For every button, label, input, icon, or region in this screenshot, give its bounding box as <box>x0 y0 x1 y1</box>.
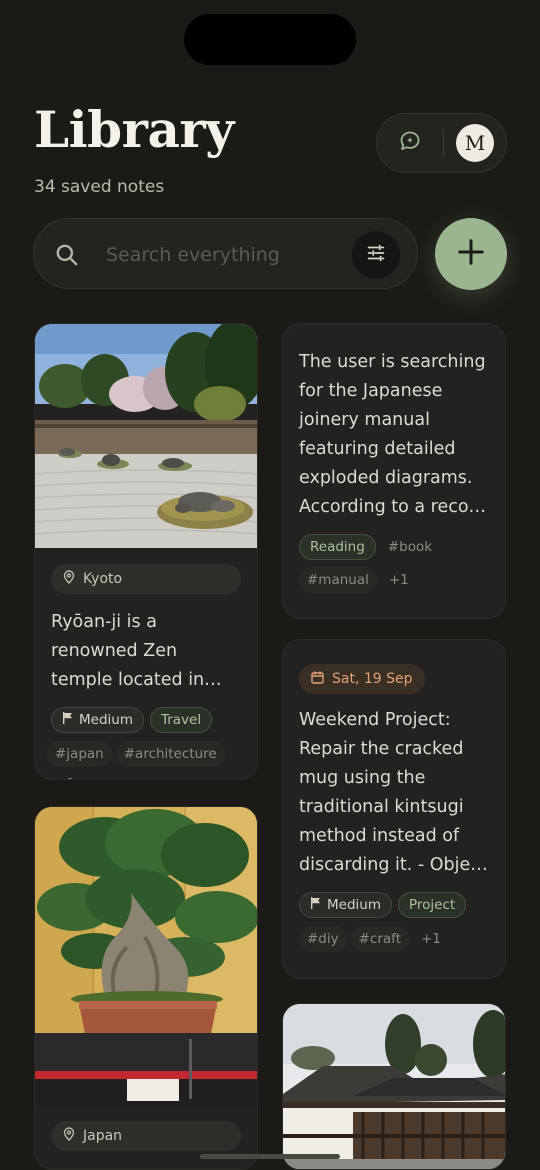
search-bar <box>33 218 418 289</box>
date-label: Sat, 19 Sep <box>332 671 413 687</box>
note-card-villa[interactable] <box>282 1003 506 1170</box>
hashtag-list: #japan #architecture +1 <box>47 741 241 779</box>
category-badge: Reading <box>299 534 376 560</box>
flag-icon <box>310 897 327 913</box>
more-tags-count: +1 <box>388 572 409 588</box>
location-label: Japan <box>83 1128 123 1144</box>
header-actions: M <box>376 113 507 173</box>
priority-label: Medium <box>327 897 381 913</box>
home-indicator[interactable] <box>200 1154 340 1159</box>
hashtag-list: #manual +1 <box>299 567 489 593</box>
category-badge: Project <box>397 892 467 918</box>
hashtag: #manual <box>299 567 377 593</box>
note-image-zen-garden <box>35 324 257 548</box>
filter-button[interactable] <box>352 231 400 279</box>
hashtag: #japan <box>47 741 112 767</box>
location-pin-icon <box>63 570 83 588</box>
date-chip: Sat, 19 Sep <box>299 664 425 694</box>
location-pin-icon <box>63 1127 83 1145</box>
page-title: Library <box>34 100 234 159</box>
priority-label: Medium <box>79 712 133 728</box>
hashtag-list: #diy #craft +1 <box>299 926 489 952</box>
divider <box>443 130 444 156</box>
avatar[interactable]: M <box>456 124 494 162</box>
note-text: The user is searching for the Japanese j… <box>299 352 487 517</box>
search-icon <box>54 242 80 272</box>
flag-icon <box>62 712 79 728</box>
tag-list: Medium Travel <box>51 707 241 733</box>
chat-button[interactable] <box>377 113 443 173</box>
sliders-icon <box>365 242 387 268</box>
note-image-villa <box>283 1004 505 1169</box>
chat-sparkle-icon <box>398 129 422 157</box>
note-text: Ryōan-ji is a renowned Zen temple locate… <box>51 612 222 690</box>
category-badge: Travel <box>149 707 213 733</box>
tag-list: Medium Project <box>299 892 489 918</box>
location-label: Kyoto <box>83 571 123 587</box>
note-card-bonsai[interactable]: Japan <box>34 806 258 1170</box>
note-card-kintsugi[interactable]: Sat, 19 Sep Weekend Project: Repair the … <box>282 639 506 979</box>
add-note-button[interactable] <box>435 218 507 290</box>
dynamic-island <box>184 14 356 65</box>
location-chip: Japan <box>51 1121 241 1151</box>
location-chip: Kyoto <box>51 564 241 594</box>
calendar-icon <box>311 671 332 688</box>
hashtag: #diy <box>299 926 347 952</box>
tag-list: Reading #book <box>299 534 489 560</box>
hashtag: #book <box>387 539 433 555</box>
note-card-joinery[interactable]: The user is searching for the Japanese j… <box>282 323 506 619</box>
search-input[interactable] <box>106 239 346 271</box>
priority-badge: Medium <box>51 707 144 733</box>
note-card-kyoto[interactable]: Kyoto Ryōan-ji is a renowned Zen temple … <box>34 323 258 780</box>
plus-icon <box>456 237 486 271</box>
notes-count: 34 saved notes <box>34 177 165 197</box>
hashtag: #architecture <box>115 741 225 767</box>
note-text: Weekend Project: Repair the cracked mug … <box>299 710 488 875</box>
priority-badge: Medium <box>299 892 392 918</box>
more-tags-count: +1 <box>47 771 83 779</box>
hashtag: #craft <box>350 926 409 952</box>
note-image-bonsai <box>35 807 257 1105</box>
more-tags-count: +1 <box>421 931 441 947</box>
